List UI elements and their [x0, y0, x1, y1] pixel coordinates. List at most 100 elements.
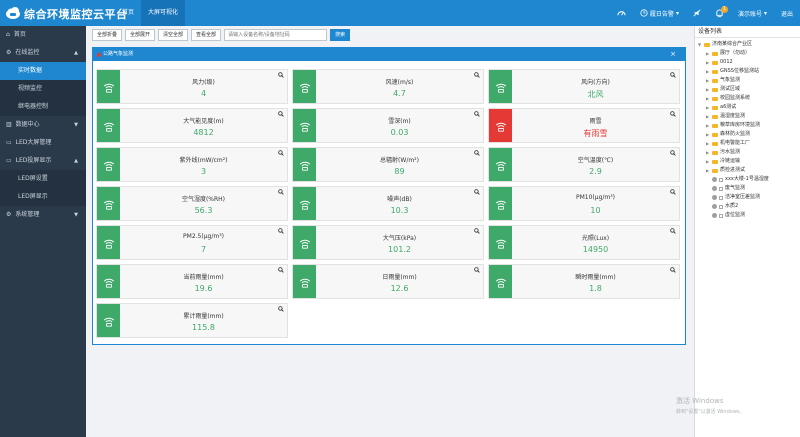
mute-button[interactable]	[693, 9, 701, 17]
search-icon[interactable]	[670, 267, 676, 275]
search-icon[interactable]	[474, 267, 480, 275]
search-input[interactable]	[224, 29, 328, 41]
search-icon[interactable]	[474, 228, 480, 236]
sidebar-item-led-settings[interactable]: LED屏设置	[0, 170, 86, 188]
sensor-card[interactable]: 总辐射(W/m²) 89	[292, 147, 484, 182]
sensor-card[interactable]: 雨雪 有雨雪	[488, 108, 680, 143]
checkbox[interactable]	[719, 204, 723, 209]
sensor-wifi-icon	[97, 226, 120, 259]
search-icon[interactable]	[278, 267, 284, 275]
expand-all-button[interactable]: 全部展开	[125, 29, 156, 41]
search-icon[interactable]	[474, 150, 480, 158]
sensor-card[interactable]: PM2.5(μg/m³) 7	[96, 225, 288, 260]
speedometer-button[interactable]	[617, 9, 626, 18]
sensor-card[interactable]: PM10(μg/m³) 10	[488, 186, 680, 221]
sensor-card[interactable]: 瞬时雨量(mm) 1.8	[488, 264, 680, 299]
collapse-all-button[interactable]: 全部折叠	[92, 29, 123, 41]
search-icon[interactable]	[278, 306, 284, 314]
sensor-card[interactable]: 大气能见度(m) 4812	[96, 108, 288, 143]
logout-button[interactable]: 退出	[781, 9, 793, 18]
nav-home[interactable]: 首页	[115, 0, 141, 26]
device-list-title: 设备列表	[695, 26, 800, 38]
sensor-card[interactable]: 风向(方向) 北风	[488, 69, 680, 104]
search-icon[interactable]	[670, 150, 676, 158]
alarm-history-button[interactable]: 履日告警 ▾	[640, 9, 679, 18]
tree-device[interactable]: 水质2	[698, 202, 800, 211]
sensor-card[interactable]: 空气湿度(%RH) 56.3	[96, 186, 288, 221]
search-icon[interactable]	[670, 228, 676, 236]
search-icon[interactable]	[474, 189, 480, 197]
search-icon[interactable]	[474, 111, 480, 119]
search-icon[interactable]	[474, 72, 480, 80]
sensor-card[interactable]: 日雨量(mm) 12.6	[292, 264, 484, 299]
tree-folder[interactable]: ▶ 森林防火监测	[698, 130, 800, 139]
tree-device[interactable]: 虚位监测	[698, 211, 800, 220]
tree-folder[interactable]: ▶ 校园监测系统	[698, 94, 800, 103]
checkbox[interactable]	[719, 177, 723, 182]
search-icon[interactable]	[278, 150, 284, 158]
nav-big-screen[interactable]: 大屏可视化	[141, 0, 186, 26]
checkbox[interactable]	[719, 213, 723, 218]
tree-device[interactable]: 洁净室压差监测	[698, 193, 800, 202]
search-icon[interactable]	[278, 111, 284, 119]
sensor-name: PM2.5(μg/m³)	[183, 233, 224, 240]
sidebar-item-led-projection[interactable]: ▭ LED投屏显示 ▲	[0, 152, 86, 170]
sidebar-item-video-monitoring[interactable]: 视频监控	[0, 80, 86, 98]
view-all-button[interactable]: 查看全部	[191, 29, 222, 41]
search-icon[interactable]	[670, 111, 676, 119]
tree-folder[interactable]: ▶ 展厅（勿动）	[698, 49, 800, 58]
sensor-card[interactable]: 光照(Lux) 14950	[488, 225, 680, 260]
sensor-value: 10	[590, 206, 601, 215]
chevron-up-icon: ▲	[74, 50, 78, 56]
sensor-card[interactable]: 噪声(dB) 10.3	[292, 186, 484, 221]
tree-device[interactable]: xxx大楼-1号温湿度	[698, 175, 800, 184]
tree-folder[interactable]: ▶ 测试区域	[698, 85, 800, 94]
sensor-card[interactable]: 大气压(kPa) 101.2	[292, 225, 484, 260]
sidebar-item-led-management[interactable]: ▭ LED大屏管理	[0, 134, 86, 152]
sensor-card[interactable]: 紫外线(mW/cm²) 3	[96, 147, 288, 182]
search-icon[interactable]	[278, 72, 284, 80]
search-icon[interactable]	[670, 72, 676, 80]
checkbox[interactable]	[719, 186, 723, 191]
search-icon[interactable]	[670, 189, 676, 197]
search-icon[interactable]	[278, 228, 284, 236]
sidebar-item-online-monitoring[interactable]: ⚙ 在线监控 ▲	[0, 44, 86, 62]
tree-folder[interactable]: ▶ 0012	[698, 58, 800, 67]
sidebar-item-relay-control[interactable]: 继电器控制	[0, 98, 86, 116]
tree-folder[interactable]: ▶ 冷链运输	[698, 157, 800, 166]
sensor-card[interactable]: 当前雨量(mm) 19.6	[96, 264, 288, 299]
tree-folder[interactable]: ▶ GNSS位移监测站	[698, 67, 800, 76]
sidebar-item-data-center[interactable]: ▥ 数据中心 ▼	[0, 116, 86, 134]
tree-root[interactable]: ▼ 济南某综合产业区	[698, 40, 800, 49]
sensor-card[interactable]: 风速(m/s) 4.7	[292, 69, 484, 104]
chevron-up-icon: ▲	[74, 158, 78, 164]
chevron-down-icon: ▾	[675, 9, 679, 17]
mute-icon	[693, 9, 701, 17]
sidebar-item-led-display[interactable]: LED屏显示	[0, 188, 86, 206]
search-icon[interactable]	[278, 189, 284, 197]
clear-all-button[interactable]: 清空全部	[158, 29, 189, 41]
account-menu[interactable]: 演示账号 ▾	[738, 9, 767, 18]
sensor-card[interactable]: 空气温度(℃) 2.9	[488, 147, 680, 182]
search-button[interactable]: 搜索	[330, 29, 351, 41]
sensor-card[interactable]: 累计雨量(mm) 115.8	[96, 303, 288, 338]
sensor-card[interactable]: 风力(级) 4	[96, 69, 288, 104]
tree-folder[interactable]: ▶ 温湿度监测	[698, 112, 800, 121]
tree-folder[interactable]: ▶ 质检进测试	[698, 166, 800, 175]
tree-device[interactable]: 废气监测	[698, 184, 800, 193]
tree-folder[interactable]: ▶ 机电警能工厂	[698, 139, 800, 148]
tree-folder[interactable]: ▶ 粮草库房环境监测	[698, 121, 800, 130]
checkbox[interactable]	[719, 195, 723, 200]
sensor-value: 12.6	[390, 284, 409, 293]
notification-button[interactable]: 1	[715, 5, 728, 18]
sensor-card[interactable]: 雪深(m) 0.03	[292, 108, 484, 143]
sidebar-item-realtime-data[interactable]: 实时数据	[0, 62, 86, 80]
sidebar-item-home[interactable]: ⌂ 首页	[0, 26, 86, 44]
tree-node-label: 污水监测	[720, 149, 741, 155]
tree-folder[interactable]: ▶ a6测试	[698, 103, 800, 112]
tree-folder[interactable]: ▶ 污水监测	[698, 148, 800, 157]
monitor-icon: ▭	[6, 139, 12, 146]
sidebar-item-system-management[interactable]: ⚙ 系统管理 ▼	[0, 206, 86, 224]
close-icon[interactable]: ×	[670, 48, 676, 61]
tree-folder[interactable]: ▶ 气象监测	[698, 76, 800, 85]
